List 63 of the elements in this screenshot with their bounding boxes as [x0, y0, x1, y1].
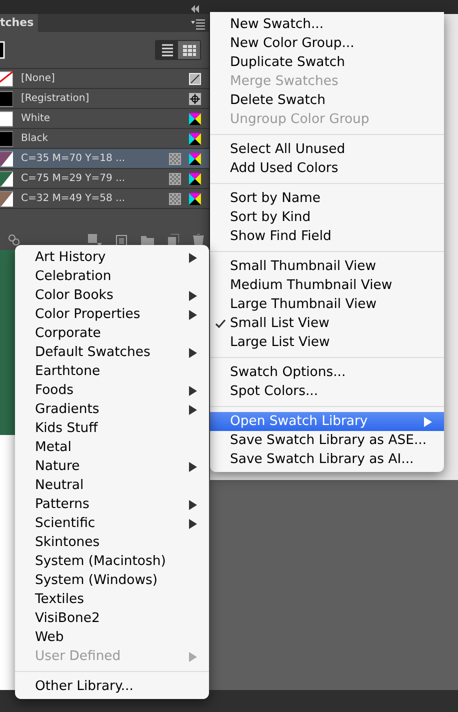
- menu-item[interactable]: Color Properties: [15, 305, 209, 324]
- swatch-name: C=32 M=49 Y=58 ...: [21, 192, 126, 206]
- menu-item[interactable]: Add Used Colors: [210, 159, 444, 178]
- swatch-name: C=35 M=70 Y=18 ...: [21, 152, 126, 166]
- menu-item[interactable]: Corporate: [15, 324, 209, 343]
- menu-item[interactable]: Medium Thumbnail View: [210, 276, 444, 295]
- menu-item[interactable]: Kids Stuff: [15, 419, 209, 438]
- menu-item[interactable]: Skintones: [15, 533, 209, 552]
- menu-item[interactable]: Swatch Options...: [210, 363, 444, 382]
- color-group-icon[interactable]: [8, 234, 20, 246]
- swatch-row[interactable]: [Registration]: [0, 89, 209, 109]
- swatch-kind-icon[interactable]: [88, 234, 102, 246]
- swatch-name: White: [21, 112, 52, 126]
- menu-item[interactable]: Large Thumbnail View: [210, 295, 444, 314]
- menu-item[interactable]: Celebration: [15, 267, 209, 286]
- menu-item[interactable]: Save Swatch Library as ASE...: [210, 431, 444, 450]
- menu-item[interactable]: Duplicate Swatch: [210, 53, 444, 72]
- menu-item[interactable]: New Swatch...: [210, 15, 444, 34]
- panel-tab[interactable]: tches: [0, 14, 38, 32]
- menu-item[interactable]: Show Find Field: [210, 227, 444, 246]
- menu-item[interactable]: Spot Colors...: [210, 382, 444, 401]
- menu-item[interactable]: Scientific: [15, 514, 209, 533]
- swatch-row[interactable]: C=32 M=49 Y=58 ...: [0, 189, 209, 209]
- menu-item[interactable]: Open Swatch Library: [210, 412, 444, 431]
- menu-item[interactable]: System (Windows): [15, 571, 209, 590]
- menu-item[interactable]: Neutral: [15, 476, 209, 495]
- menu-item[interactable]: Sort by Kind: [210, 208, 444, 227]
- menu-item[interactable]: Web: [15, 628, 209, 647]
- menu-item[interactable]: Nature: [15, 457, 209, 476]
- menu-item[interactable]: Foods: [15, 381, 209, 400]
- menu-item[interactable]: Small List View: [210, 314, 444, 333]
- menu-item[interactable]: Gradients: [15, 400, 209, 419]
- menu-item[interactable]: Earthtone: [15, 362, 209, 381]
- menu-item[interactable]: Small Thumbnail View: [210, 257, 444, 276]
- swatch-row[interactable]: C=75 M=29 Y=79 ...: [0, 169, 209, 189]
- menu-item[interactable]: Textiles: [15, 590, 209, 609]
- menu-item[interactable]: Other Library...: [15, 677, 209, 696]
- menu-item[interactable]: Art History: [15, 248, 209, 267]
- swatch-name: Black: [21, 132, 50, 146]
- fill-stroke-icon[interactable]: [0, 41, 5, 59]
- menu-item[interactable]: Delete Swatch: [210, 91, 444, 110]
- menu-item[interactable]: Color Books: [15, 286, 209, 305]
- trash-icon[interactable]: [193, 234, 204, 246]
- swatch-row[interactable]: C=35 M=70 Y=18 ...: [0, 149, 209, 169]
- grid-view-icon[interactable]: [178, 41, 200, 59]
- menu-item[interactable]: Save Swatch Library as AI...: [210, 450, 444, 469]
- options-icon[interactable]: [116, 234, 127, 246]
- menu-item[interactable]: Sort by Name: [210, 189, 444, 208]
- menu-item[interactable]: Default Swatches: [15, 343, 209, 362]
- swatch-name: C=75 M=29 Y=79 ...: [21, 172, 126, 186]
- swatch-row[interactable]: [None]: [0, 69, 209, 89]
- menu-icon[interactable]: [191, 18, 205, 30]
- menu-item[interactable]: Select All Unused: [210, 140, 444, 159]
- menu-item[interactable]: Patterns: [15, 495, 209, 514]
- menu-item[interactable]: New Color Group...: [210, 34, 444, 53]
- menu-item[interactable]: Large List View: [210, 333, 444, 352]
- menu-item[interactable]: Metal: [15, 438, 209, 457]
- menu-item[interactable]: VisiBone2: [15, 609, 209, 628]
- swatch-name: [Registration]: [21, 92, 90, 106]
- new-swatch-icon[interactable]: [168, 234, 179, 246]
- menu-item[interactable]: System (Macintosh): [15, 552, 209, 571]
- swatch-row[interactable]: White: [0, 109, 209, 129]
- swatch-name: [None]: [21, 72, 56, 86]
